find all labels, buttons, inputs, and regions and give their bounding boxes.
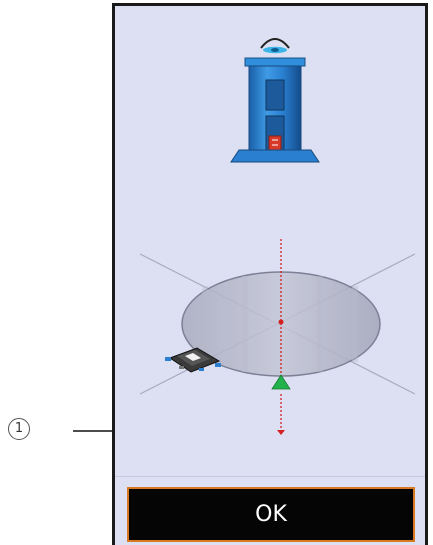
callout-number: 1 [8, 418, 30, 440]
center-point-marker [278, 319, 284, 325]
column-unit-icon [230, 57, 320, 163]
ok-button[interactable]: OK [127, 487, 415, 542]
green-triangle-marker-icon [271, 374, 291, 390]
figure-stage: 1 OK [0, 0, 433, 545]
axis-end-arrow [277, 430, 285, 435]
eye-icon [260, 38, 290, 54]
device-screen: OK [112, 3, 428, 545]
button-divider [115, 476, 425, 477]
alignment-view [139, 38, 416, 435]
